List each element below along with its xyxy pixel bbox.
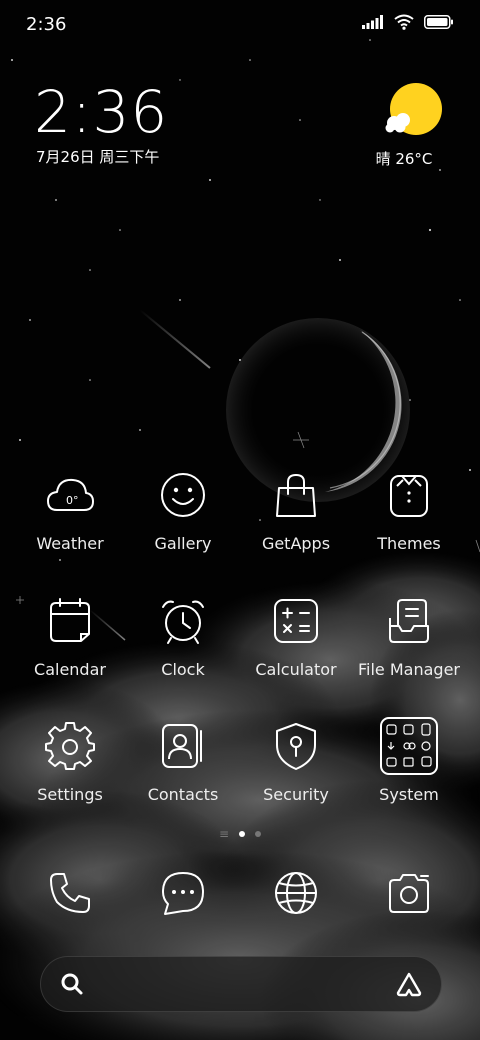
app-label: System — [379, 785, 439, 804]
contacts-icon — [162, 724, 202, 768]
wifi-icon — [394, 14, 414, 30]
app-calendar[interactable]: Calendar — [13, 596, 127, 679]
dock-browser[interactable] — [239, 870, 353, 916]
app-getapps[interactable]: GetApps — [239, 470, 353, 553]
smiley-icon — [161, 473, 205, 517]
app-label: Weather — [36, 534, 104, 553]
alarm-clock-icon — [162, 600, 204, 644]
calendar-icon — [50, 598, 90, 642]
dock-phone[interactable] — [13, 870, 127, 916]
phone-icon — [50, 873, 90, 913]
shield-icon — [276, 723, 316, 770]
app-label: Gallery — [154, 534, 212, 553]
app-label: Security — [263, 785, 329, 804]
weather-cloud-icon: 0° — [47, 478, 94, 511]
page-dot-active — [239, 831, 246, 837]
clock-widget-time[interactable]: 2:36 — [34, 78, 168, 146]
page-dot — [255, 831, 262, 837]
app-system-folder[interactable]: System — [352, 716, 466, 804]
page-indicator-menu-icon: ≡ — [218, 827, 230, 841]
app-label: Clock — [161, 660, 205, 679]
app-settings[interactable]: Settings — [13, 721, 127, 804]
app-label: Settings — [37, 785, 103, 804]
app-security[interactable]: Security — [239, 721, 353, 804]
status-bar-time: 2:36 — [26, 14, 67, 35]
svg-text:0°: 0° — [66, 494, 79, 507]
dock-messages[interactable] — [126, 870, 240, 916]
globe-icon — [275, 872, 317, 914]
signal-icon — [362, 15, 383, 29]
shirt-icon — [390, 475, 428, 517]
folder-icon — [389, 599, 429, 643]
app-label: Calculator — [255, 660, 337, 679]
app-contacts[interactable]: Contacts — [126, 721, 240, 804]
calculator-icon — [274, 599, 318, 643]
app-themes[interactable]: Themes — [352, 470, 466, 553]
app-label: Calendar — [34, 660, 106, 679]
battery-icon — [424, 15, 453, 29]
app-label: Contacts — [147, 785, 219, 804]
sunny-icon — [385, 83, 442, 135]
search-icon — [61, 973, 83, 995]
search-bar[interactable] — [40, 956, 442, 1012]
camera-icon — [389, 874, 429, 913]
weather-condition-temp: 晴 26°C — [375, 150, 433, 168]
app-label: Themes — [377, 534, 441, 553]
app-clock[interactable]: Clock — [126, 596, 240, 679]
app-label: File Manager — [358, 660, 460, 679]
folder-grid-icon — [380, 717, 438, 775]
app-calculator[interactable]: Calculator — [239, 596, 353, 679]
status-bar-icons — [362, 14, 454, 30]
shopping-bag-icon — [276, 473, 316, 517]
app-weather[interactable]: 0° Weather — [13, 470, 127, 553]
page-indicator[interactable]: ≡ — [0, 827, 480, 841]
message-icon — [162, 872, 204, 915]
dock-camera[interactable] — [352, 870, 466, 916]
weather-widget[interactable]: 晴 26°C — [364, 82, 444, 169]
app-gallery[interactable]: Gallery — [126, 470, 240, 553]
app-file-manager[interactable]: File Manager — [352, 596, 466, 679]
clock-widget-date[interactable]: 7月26日 周三下午 — [36, 146, 159, 167]
gear-icon — [45, 722, 95, 770]
assistant-icon[interactable] — [395, 971, 423, 997]
app-label: GetApps — [261, 534, 331, 553]
